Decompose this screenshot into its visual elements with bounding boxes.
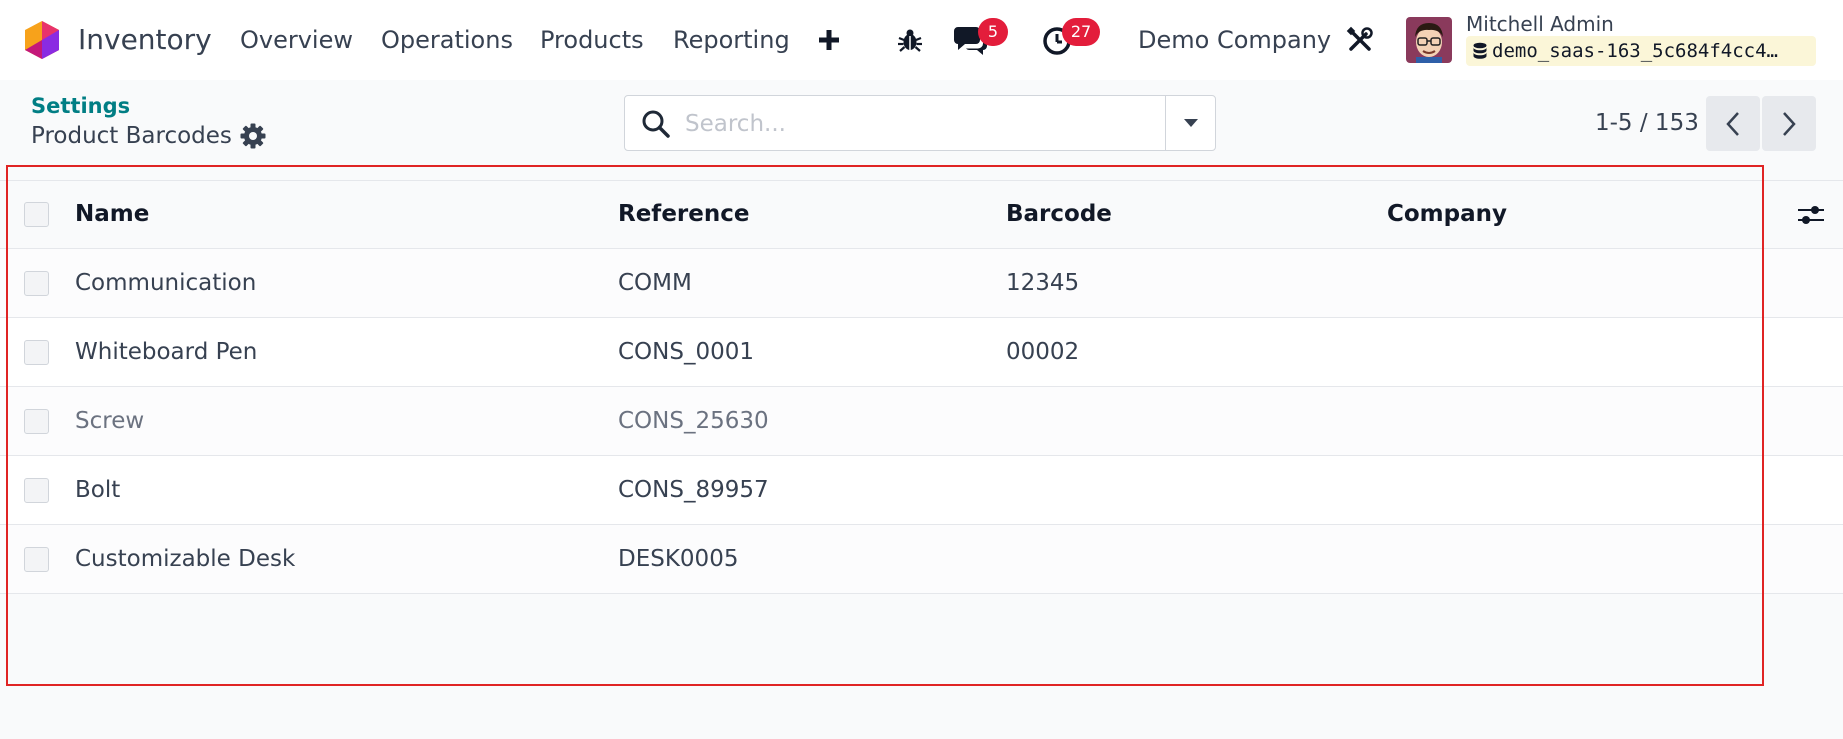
navbar: Inventory Overview Operations Products R… [0, 0, 1843, 80]
search-input[interactable] [685, 104, 1185, 144]
search-options-toggle[interactable] [1165, 96, 1215, 150]
menu-operations[interactable]: Operations [381, 24, 513, 56]
page-title: Product Barcodes [31, 123, 232, 149]
table-row[interactable]: Bolt CONS_89957 [0, 456, 1843, 525]
new-app-button[interactable] [816, 24, 842, 56]
caret-down-icon [1183, 119, 1198, 127]
breadcrumb-settings[interactable]: Settings [31, 93, 130, 119]
column-header-name[interactable]: Name [75, 181, 149, 248]
optional-columns-icon[interactable] [1796, 201, 1826, 229]
user-avatar[interactable] [1406, 17, 1452, 63]
pager-previous-button[interactable] [1706, 96, 1760, 151]
tools-icon [1346, 26, 1373, 51]
app-logo-icon[interactable] [24, 20, 60, 60]
database-badge[interactable]: demo_saas-163_5c684f4cc4… [1466, 36, 1816, 66]
column-header-reference[interactable]: Reference [618, 181, 749, 248]
cell-reference: COMM [618, 270, 692, 296]
cell-name: Screw [75, 408, 145, 434]
table-row[interactable]: Communication COMM 12345 [0, 249, 1843, 318]
cell-barcode: 00002 [1006, 339, 1080, 365]
menu-reporting[interactable]: Reporting [673, 24, 790, 56]
cell-name: Bolt [75, 477, 121, 503]
cell-reference: CONS_0001 [618, 339, 755, 365]
gear-icon[interactable] [240, 123, 266, 149]
database-icon [1473, 42, 1487, 59]
cell-name: Whiteboard Pen [75, 339, 258, 365]
cell-name: Customizable Desk [75, 546, 296, 572]
row-checkbox[interactable] [24, 409, 49, 434]
plus-icon [819, 30, 839, 50]
table-header: Name Reference Barcode Company [0, 180, 1843, 249]
menu-products[interactable]: Products [540, 24, 644, 56]
select-all-checkbox[interactable] [24, 202, 49, 227]
cell-barcode: 12345 [1006, 270, 1080, 296]
chevron-left-icon [1726, 111, 1739, 136]
company-switcher[interactable]: Demo Company [1138, 24, 1331, 56]
table-row[interactable]: Customizable Desk DESK0005 [0, 525, 1843, 594]
cell-name: Communication [75, 270, 257, 296]
bug-icon [898, 29, 922, 52]
user-name[interactable]: Mitchell Admin [1466, 12, 1614, 36]
database-name: demo_saas-163_5c684f4cc4… [1492, 40, 1778, 62]
table-row[interactable]: Whiteboard Pen CONS_0001 00002 [0, 318, 1843, 387]
row-checkbox[interactable] [24, 547, 49, 572]
search-box [624, 95, 1216, 151]
cell-reference: CONS_25630 [618, 408, 769, 434]
search-icon [642, 110, 670, 138]
pager-next-button[interactable] [1762, 96, 1816, 151]
row-checkbox[interactable] [24, 340, 49, 365]
column-header-company[interactable]: Company [1387, 181, 1507, 248]
column-header-barcode[interactable]: Barcode [1006, 181, 1112, 248]
row-checkbox[interactable] [24, 271, 49, 296]
row-checkbox[interactable] [24, 478, 49, 503]
pager-value[interactable]: 1-5 / 153 [1595, 109, 1699, 137]
chevron-right-icon [1783, 111, 1796, 136]
cell-reference: CONS_89957 [618, 477, 769, 503]
activities-count-badge: 27 [1062, 18, 1100, 46]
menu-overview[interactable]: Overview [240, 24, 353, 56]
cell-reference: DESK0005 [618, 546, 739, 572]
messages-count-badge: 5 [978, 18, 1008, 46]
app-name[interactable]: Inventory [78, 20, 212, 60]
table-row[interactable]: Screw CONS_25630 [0, 387, 1843, 456]
settings-tools-button[interactable] [1345, 24, 1375, 56]
debug-button[interactable] [895, 24, 925, 56]
